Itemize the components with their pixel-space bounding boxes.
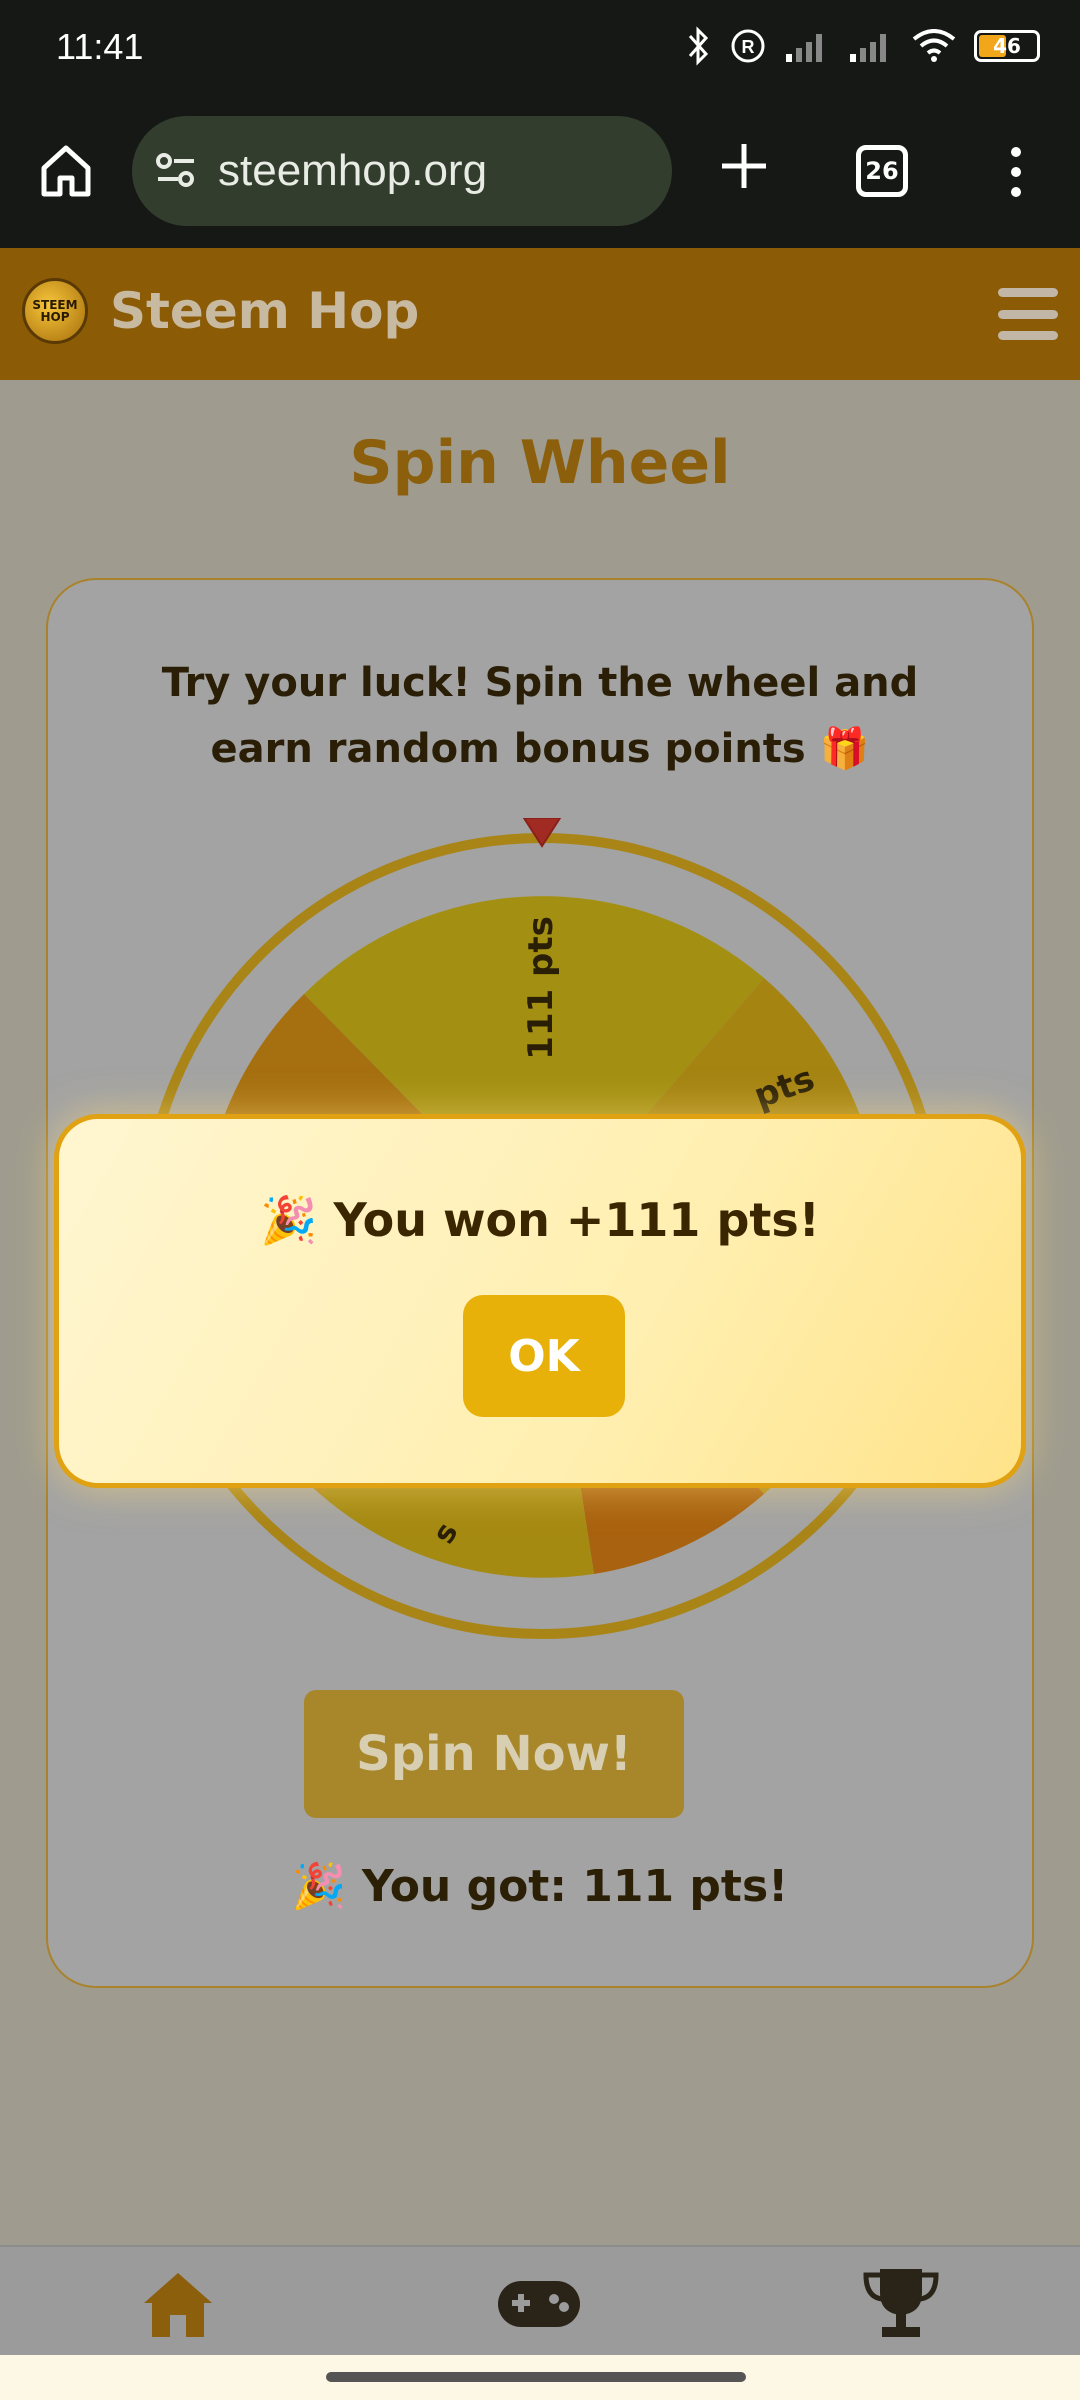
gamepad-icon[interactable] [496, 2275, 582, 2331]
result-text: 🎉 You got: 111 pts! [291, 1861, 789, 1912]
address-bar[interactable]: steemhop.org [132, 116, 672, 226]
home-icon[interactable] [36, 140, 96, 200]
registered-icon: R [731, 29, 765, 63]
trophy-icon[interactable] [862, 2265, 940, 2341]
gesture-handle[interactable] [326, 2372, 746, 2382]
status-bar: 11:41 R 46 [0, 0, 1080, 100]
site-title[interactable]: Steem Hop [110, 282, 419, 340]
gesture-area [0, 2355, 1080, 2400]
status-time: 11:41 [56, 26, 144, 67]
browser-toolbar: steemhop.org 26 [0, 100, 1080, 248]
wifi-icon [912, 29, 956, 62]
signal-icon [850, 34, 886, 62]
battery-level: 46 [993, 34, 1021, 58]
url-text: steemhop.org [218, 146, 488, 195]
home-icon[interactable] [140, 2267, 216, 2339]
status-icons: R 46 [686, 26, 1040, 66]
new-tab-icon[interactable] [714, 136, 774, 196]
site-header: STEEM HOP Steem Hop [0, 248, 1080, 380]
spin-now-button[interactable]: Spin Now! [304, 1690, 684, 1818]
site-settings-icon[interactable] [152, 147, 200, 195]
hamburger-menu-icon[interactable] [998, 288, 1058, 340]
battery-icon: 46 [974, 30, 1040, 62]
ok-button[interactable]: OK [463, 1295, 625, 1417]
bluetooth-icon [688, 26, 709, 66]
tab-switcher-button[interactable]: 26 [856, 145, 908, 197]
site-logo[interactable]: STEEM HOP [22, 278, 88, 344]
win-modal: 🎉 You won +111 pts! OK [54, 1114, 1026, 1488]
wheel-label: 111 pts [521, 916, 561, 1060]
bottom-nav [0, 2245, 1080, 2355]
svg-text:R: R [742, 37, 755, 57]
modal-message: 🎉 You won +111 pts! [260, 1193, 820, 1247]
signal-icon [786, 34, 822, 62]
more-options-icon[interactable] [996, 142, 1036, 202]
intro-text: Try your luck! Spin the wheel and earn r… [161, 660, 919, 772]
page-title: Spin Wheel [349, 428, 731, 498]
